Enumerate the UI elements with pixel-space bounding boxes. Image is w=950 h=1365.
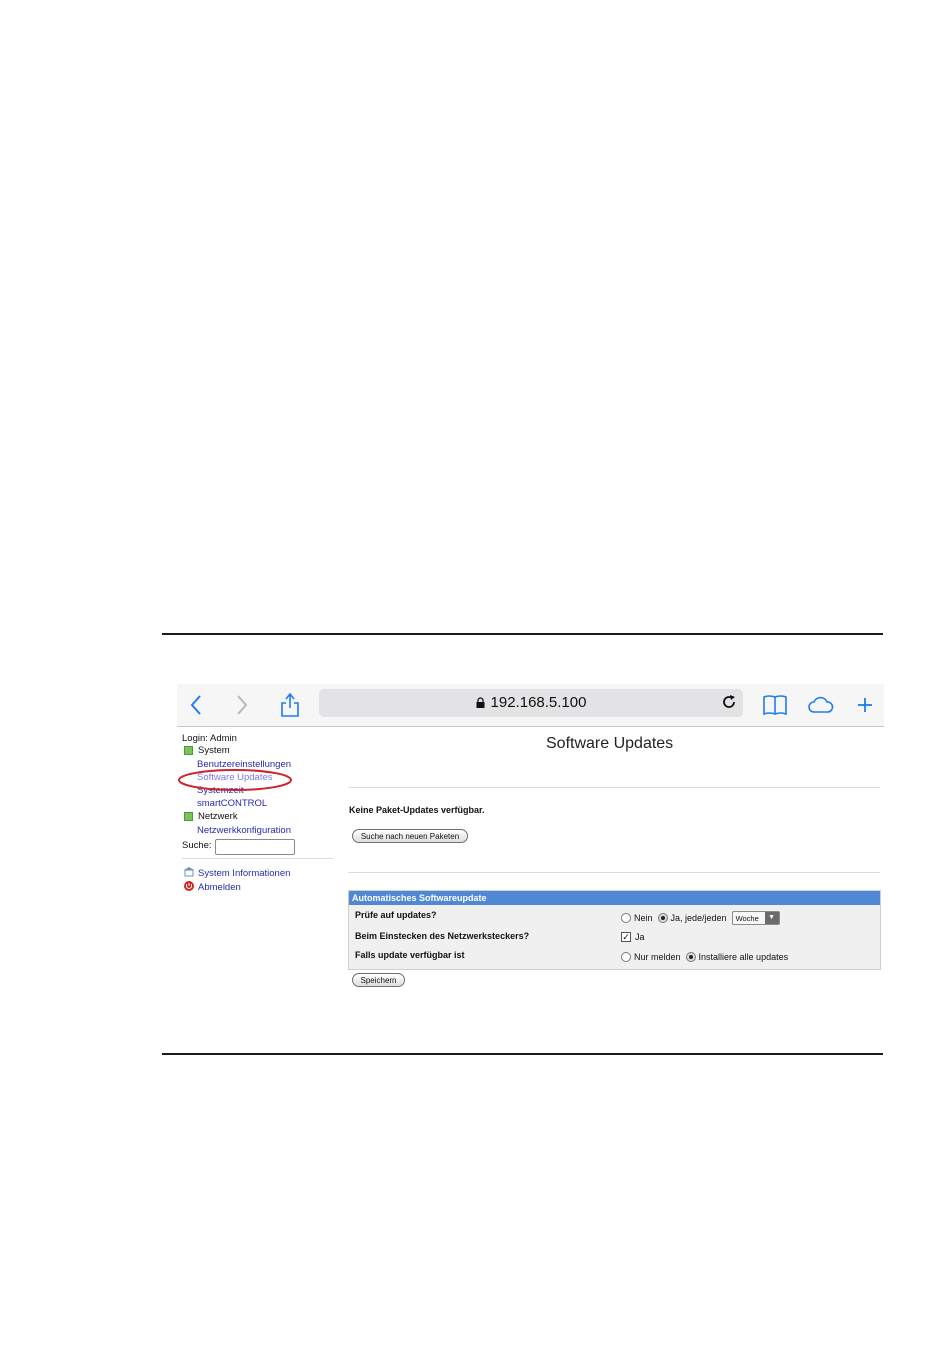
network-plug-controls: ✓ Ja [621, 932, 645, 942]
radio-install-label: Installiere alle updates [698, 952, 789, 962]
search-packages-button[interactable]: Suche nach neuen Paketen [352, 829, 468, 843]
sidebar-section-network[interactable]: Netzwerk [184, 811, 238, 822]
chevron-down-icon: ▼ [764, 912, 779, 924]
top-divider [162, 633, 883, 635]
radio-install-all[interactable] [685, 952, 696, 962]
info-icon [184, 867, 194, 880]
lock-icon [476, 695, 485, 712]
interval-select[interactable]: Woche ▼ [731, 911, 780, 925]
radio-yes-label: Ja, jede/jeden [670, 913, 727, 923]
if-available-controls: Nur melden Installiere alle updates [621, 952, 788, 962]
forward-icon[interactable] [227, 690, 257, 720]
new-tab-icon[interactable] [850, 690, 880, 720]
content-divider [348, 872, 880, 873]
bottom-divider [162, 1053, 883, 1055]
sidebar-search-input[interactable] [215, 839, 295, 855]
bookmarks-icon[interactable] [760, 690, 790, 720]
radio-no-label: Nein [634, 913, 653, 923]
checkbox-yes-label: Ja [635, 932, 645, 942]
reload-icon[interactable] [721, 693, 737, 716]
radio-report-only[interactable] [621, 952, 631, 962]
address-bar[interactable]: 192.168.5.100 [319, 689, 743, 717]
sidebar-link-system-info[interactable]: System Informationen [184, 867, 290, 880]
sidebar-item-network-config[interactable]: Netzwerkkonfiguration [197, 825, 291, 836]
sidebar-section-system[interactable]: System [184, 745, 230, 756]
browser-toolbar: 192.168.5.100 [177, 684, 884, 727]
checkbox-yes[interactable]: ✓ [621, 932, 631, 942]
address-text: 192.168.5.100 [490, 694, 587, 711]
radio-yes-every[interactable] [657, 913, 668, 923]
interval-value: Woche [735, 913, 759, 923]
back-icon[interactable] [181, 690, 211, 720]
sidebar-link-logout[interactable]: Abmelden [184, 881, 241, 894]
if-available-label: Falls update verfügbar ist [355, 950, 465, 960]
search-label: Suche: [182, 840, 212, 851]
highlight-ellipse [178, 769, 292, 791]
check-updates-label: Prüfe auf updates? [355, 910, 437, 920]
panel-header: Automatisches Softwareupdate [349, 891, 880, 905]
sidebar-item-smartcontrol[interactable]: smartCONTROL [197, 798, 267, 809]
auto-update-panel: Automatisches Softwareupdate Prüfe auf u… [348, 890, 881, 970]
share-icon[interactable] [275, 690, 305, 720]
radio-report-label: Nur melden [634, 952, 681, 962]
login-label: Login: Admin [182, 733, 237, 744]
status-message: Keine Paket-Updates verfügbar. [349, 805, 485, 815]
network-plug-label: Beim Einstecken des Netzwerksteckers? [355, 931, 530, 941]
radio-no[interactable] [621, 913, 631, 923]
folder-icon [184, 811, 193, 821]
sidebar-divider [182, 858, 333, 859]
check-updates-controls: Nein Ja, jede/jeden Woche ▼ [621, 911, 780, 925]
page-title: Software Updates [546, 735, 674, 752]
power-icon [184, 881, 194, 894]
cloud-tabs-icon[interactable] [806, 690, 836, 720]
content-divider [348, 787, 880, 788]
folder-icon [184, 745, 193, 755]
save-button[interactable]: Speichern [352, 973, 405, 987]
